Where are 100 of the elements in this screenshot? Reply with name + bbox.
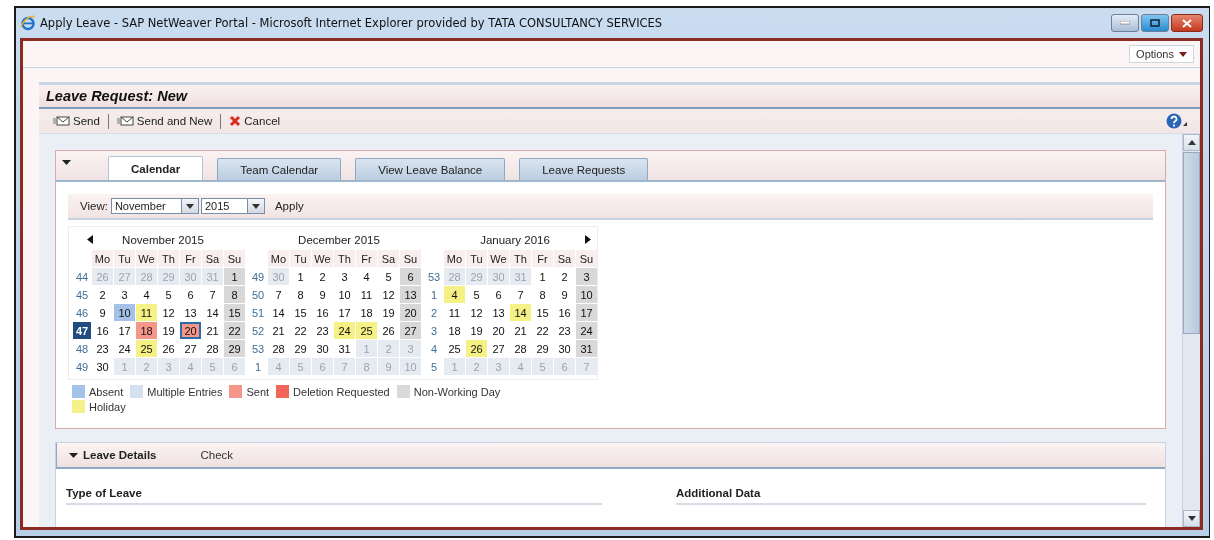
scrollbar[interactable] [1182,134,1200,527]
minimize-button[interactable] [1111,14,1139,32]
month-title: November 2015 [122,233,204,246]
calendar-day[interactable]: 29 [224,340,245,357]
week-number[interactable]: 45 [73,286,91,303]
week-number[interactable]: 46 [73,304,91,321]
calendar-day[interactable]: 20 [400,304,421,321]
envelope-icon [116,116,134,126]
week-number[interactable]: 53 [249,340,267,357]
week-number[interactable]: 48 [73,340,91,357]
toolbar-button[interactable]: Send and New [112,115,217,127]
month-dropdown[interactable]: November [110,198,199,214]
view-label: View: [80,200,108,212]
week-number[interactable]: 1 [425,286,443,303]
close-button[interactable] [1171,14,1203,32]
calendar-day[interactable]: 4 [444,286,465,303]
apply-button[interactable]: Apply [272,200,306,212]
section-heading: Additional Data [676,487,1146,505]
calendar-day[interactable]: 14 [510,304,531,321]
toolbar-button[interactable]: Cancel [225,115,285,127]
weekday-header: Su [400,250,421,267]
calendar-day[interactable]: 3 [576,268,597,285]
toolbar-button[interactable]: Send [49,115,104,127]
legend-label: Sent [246,385,270,398]
week-number[interactable]: 51 [249,304,267,321]
weekday-header: Mo [92,250,113,267]
envelope-icon [53,116,70,126]
year-dropdown[interactable]: 2015 [200,198,265,214]
week-number[interactable]: 44 [73,268,91,285]
calendar-day[interactable]: 24 [576,322,597,339]
weekday-header: We [136,250,157,267]
help-button[interactable] [1166,113,1190,129]
calendar-day[interactable]: 20 [180,322,201,339]
weekday-header: Mo [268,250,289,267]
details-toggle[interactable]: Leave Details [69,449,157,461]
legend-label: Multiple Entries [147,385,223,398]
weekday-header: Tu [466,250,487,267]
week-number[interactable]: 5 [425,358,443,375]
calendar-day[interactable]: 26 [466,340,487,357]
close-icon [1182,18,1192,28]
dropdown-arrow-icon [251,203,260,209]
calendar-day[interactable]: 11 [136,304,157,321]
tab[interactable]: Leave Requests [519,158,649,180]
calendar-day[interactable]: 17 [576,304,597,321]
weekday-header: We [312,250,333,267]
weekday-header: Su [224,250,245,267]
scroll-up-icon [1187,140,1196,145]
week-number[interactable]: 49 [73,358,91,375]
browser-logo-icon [20,15,36,31]
calendar-day[interactable]: 18 [136,322,157,339]
tab[interactable]: View Leave Balance [355,158,506,180]
weekday-header: Mo [444,250,465,267]
weekday-header: Fr [180,250,201,267]
week-number[interactable]: 52 [249,322,267,339]
week-number[interactable]: 4 [425,340,443,357]
weekday-header: Sa [378,250,399,267]
calendar-day[interactable]: 31 [576,340,597,357]
scroll-down-icon [1187,516,1196,521]
cancel-icon [229,115,242,127]
calendar-day[interactable]: 15 [224,304,245,321]
legend-label: Deletion Requested [293,385,390,398]
weekday-header: We [488,250,509,267]
week-number[interactable]: 49 [249,268,267,285]
section-heading: Type of Leave [66,487,602,505]
tab[interactable]: Calendar [108,156,204,180]
calendar-day[interactable]: 10 [114,304,135,321]
maximize-button[interactable] [1141,14,1169,32]
week-number[interactable]: 50 [249,286,267,303]
calendar-day[interactable]: 25 [356,322,377,339]
calendar-day[interactable]: 27 [400,322,421,339]
calendar-day[interactable]: 13 [400,286,421,303]
week-number[interactable]: 1 [249,358,267,375]
dropdown-arrow-icon [185,203,194,209]
calendar-day[interactable]: 1 [224,268,245,285]
calendar-day[interactable]: 25 [136,340,157,357]
weekday-header: Th [158,250,179,267]
weekday-header: Fr [356,250,377,267]
weekday-header: Tu [290,250,311,267]
week-number[interactable]: 2 [425,304,443,321]
weekday-header: Fr [532,250,553,267]
collapse-icon [69,452,78,458]
month-title: January 2016 [480,233,550,246]
window-title: Apply Leave - SAP NetWeaver Portal - Microsoft Internet Explorer provided by TATA CONSULTANCY SERVICES [40,16,663,30]
weekday-header: Sa [554,250,575,267]
week-number[interactable]: 53 [425,268,443,285]
calendar-day[interactable]: 24 [334,322,355,339]
calendar-day[interactable]: 8 [224,286,245,303]
weekday-header: Th [510,250,531,267]
options-button[interactable]: Options [1129,45,1194,63]
calendar-day[interactable]: 6 [400,268,421,285]
calendar-day[interactable]: 22 [224,322,245,339]
check-button[interactable]: Check [200,449,234,461]
maximize-icon [1150,19,1160,27]
legend-label: Absent [89,385,124,398]
weekday-header: Th [334,250,355,267]
week-number[interactable]: 47 [73,322,91,339]
week-number[interactable]: 3 [425,322,443,339]
calendar-day[interactable]: 10 [576,286,597,303]
tab[interactable]: Team Calendar [217,158,342,180]
legend-label: Non-Working Day [413,385,501,398]
